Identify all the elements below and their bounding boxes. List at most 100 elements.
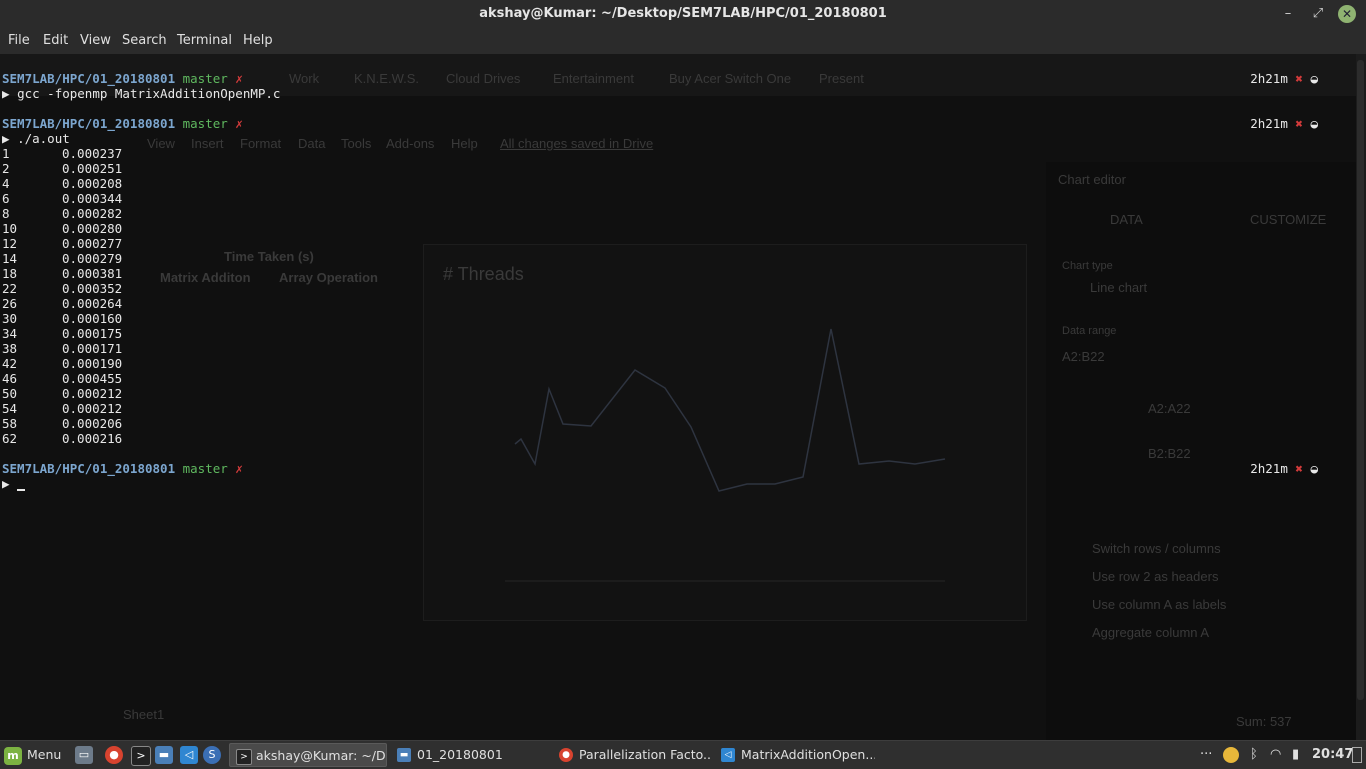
prompt-path: SEM7LAB/HPC/01_20180801: [2, 461, 176, 476]
output-row: 54 0.000212: [2, 401, 122, 416]
prompt-arrow-icon: ▶: [2, 86, 10, 101]
task-files[interactable]: ▬ 01_20180801: [391, 743, 549, 767]
elapsed-time: 2h21m: [1250, 116, 1288, 131]
saved-status: All changes saved in Drive: [500, 136, 654, 151]
window-titlebar: akshay@Kumar: ~/Desktop/SEM7LAB/HPC/01_2…: [0, 0, 1366, 28]
elapsed-time: 2h21m: [1250, 71, 1288, 86]
chrome-icon[interactable]: ●: [105, 746, 123, 764]
status-x-icon: ✖: [1295, 116, 1303, 131]
sheet-menu: Format: [240, 136, 282, 151]
clock[interactable]: 20:47: [1312, 745, 1353, 765]
output-row: 34 0.000175: [2, 326, 122, 341]
weather-icon[interactable]: [1223, 747, 1239, 763]
output-row: 42 0.000190: [2, 356, 122, 371]
command-line: ▶ gcc -fopenmp MatrixAdditionOpenMP.c: [2, 86, 280, 101]
output-row: 18 0.000381: [2, 266, 122, 281]
thread-count: 30: [2, 311, 18, 326]
app-icon[interactable]: S: [203, 746, 221, 764]
output-row: 4 0.000208: [2, 176, 122, 191]
series-value: B2:B22: [1148, 446, 1191, 461]
sheet-menu: Data: [298, 136, 326, 151]
output-row: 2 0.000251: [2, 161, 122, 176]
terminal-area[interactable]: Work K.N.E.W.S. Cloud Drives Entertainme…: [0, 54, 1356, 740]
status-x-icon: ✖: [1295, 71, 1303, 86]
thread-count: 18: [2, 266, 18, 281]
maximize-button[interactable]: ⤢: [1308, 4, 1328, 24]
files-icon[interactable]: ▬: [155, 746, 173, 764]
tray-more-icon[interactable]: ···: [1200, 745, 1212, 765]
close-button[interactable]: ✕: [1338, 5, 1356, 23]
git-dirty-mark: ✗: [235, 461, 243, 476]
time-value: 0.000277: [62, 236, 123, 251]
minimize-button[interactable]: –: [1278, 4, 1298, 24]
command-text: ./a.out: [17, 131, 70, 146]
start-menu-button[interactable]: m Menu: [4, 744, 61, 766]
command-line[interactable]: ▶: [2, 476, 26, 491]
chart-type-label: Chart type: [1062, 260, 1113, 272]
bookmark: K.N.E.W.S.: [354, 71, 420, 86]
show-desktop-icon[interactable]: ▭: [75, 746, 93, 764]
terminal-task-icon: >: [236, 749, 252, 765]
sheet-tab: Sheet1: [123, 707, 165, 722]
menu-edit[interactable]: Edit: [43, 33, 68, 48]
task-chrome[interactable]: ● Parallelization Facto...: [553, 743, 711, 767]
chart-type-value: Line chart: [1090, 280, 1148, 295]
prompt-right-info: 2h21m ✖ ◒: [1250, 461, 1318, 476]
terminal-launcher-icon[interactable]: >: [131, 746, 151, 766]
task-terminal[interactable]: > akshay@Kumar: ~/D...: [229, 743, 387, 767]
menu-terminal[interactable]: Terminal: [177, 33, 232, 48]
vscode-task-icon: ◁: [721, 748, 735, 762]
menu-search[interactable]: Search: [122, 33, 167, 48]
thread-count: 6: [2, 191, 10, 206]
checkbox-label: Switch rows / columns: [1092, 541, 1221, 556]
battery-icon[interactable]: ▮: [1292, 745, 1299, 765]
prompt-arrow-icon: ▶: [2, 476, 10, 491]
menu-view[interactable]: View: [80, 33, 111, 48]
wifi-icon[interactable]: ◠: [1270, 745, 1281, 765]
time-value: 0.000251: [62, 161, 123, 176]
task-label: Parallelization Facto...: [579, 747, 711, 762]
time-value: 0.000171: [62, 341, 123, 356]
output-row: 10 0.000280: [2, 221, 122, 236]
bookmark: Entertainment: [553, 71, 634, 86]
sheet-menu: Tools: [341, 136, 372, 151]
background-ghost: Work K.N.E.W.S. Cloud Drives Entertainme…: [0, 54, 1356, 740]
output-row: 6 0.000344: [2, 191, 122, 206]
task-vscode[interactable]: ◁ MatrixAdditionOpen...: [715, 743, 875, 767]
bookmark: Present: [819, 71, 864, 86]
array-col-header: Array Operation: [279, 270, 378, 285]
scrollbar-thumb[interactable]: [1357, 60, 1364, 700]
checkbox-label: Aggregate column A: [1092, 625, 1210, 640]
thread-count: 4: [2, 176, 10, 191]
data-range-value: A2:B22: [1062, 349, 1105, 364]
git-branch: master: [182, 71, 228, 86]
output-row: 1 0.000237: [2, 146, 122, 161]
output-row: 14 0.000279: [2, 251, 122, 266]
vscode-icon[interactable]: ◁: [180, 746, 198, 764]
thread-count: 12: [2, 236, 18, 251]
folder-icon: ▬: [397, 748, 411, 762]
time-value: 0.000190: [62, 356, 123, 371]
menu-file[interactable]: File: [8, 33, 30, 48]
menu-help[interactable]: Help: [243, 33, 273, 48]
time-value: 0.000352: [62, 281, 123, 296]
prompt-line: SEM7LAB/HPC/01_20180801 master ✗: [2, 461, 243, 476]
thread-count: 38: [2, 341, 18, 356]
time-value: 0.000206: [62, 416, 123, 431]
thread-count: 46: [2, 371, 18, 386]
show-desktop-corner-icon[interactable]: [1352, 747, 1362, 763]
thread-count: 54: [2, 401, 18, 416]
prompt-right-info: 2h21m ✖ ◒: [1250, 116, 1318, 131]
prompt-path: SEM7LAB/HPC/01_20180801: [2, 71, 176, 86]
time-value: 0.000280: [62, 221, 123, 236]
bookmark: Cloud Drives: [446, 71, 521, 86]
bluetooth-icon[interactable]: ᛒ: [1250, 745, 1258, 765]
thread-count: 10: [2, 221, 18, 236]
chrome-task-icon: ●: [559, 748, 573, 762]
output-row: 8 0.000282: [2, 206, 122, 221]
output-row: 38 0.000171: [2, 341, 122, 356]
prompt-path: SEM7LAB/HPC/01_20180801: [2, 116, 176, 131]
elapsed-time: 2h21m: [1250, 461, 1288, 476]
task-label: MatrixAdditionOpen...: [741, 747, 875, 762]
menu-bar: File Edit View Search Terminal Help: [0, 28, 1366, 54]
